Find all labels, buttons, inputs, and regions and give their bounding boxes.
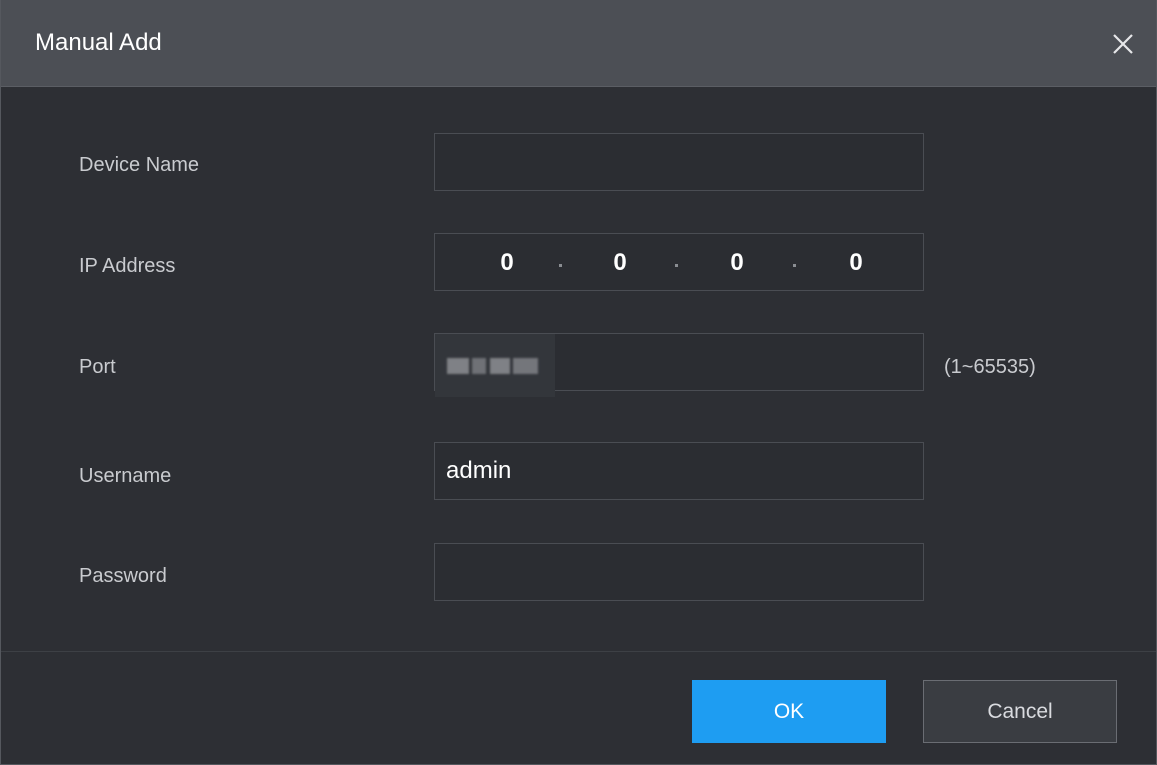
- cancel-button[interactable]: Cancel: [923, 680, 1117, 743]
- ip-octet-3[interactable]: 0: [717, 234, 757, 292]
- ip-octet-2[interactable]: 0: [600, 234, 640, 292]
- port-label: Port: [79, 356, 116, 378]
- password-field: [434, 543, 924, 601]
- username-field: [434, 442, 924, 500]
- ip-address-field: 0 0 0 0: [434, 233, 924, 291]
- dialog-title-bar: Manual Add: [1, 0, 1156, 87]
- ip-octet-1[interactable]: 0: [487, 234, 527, 292]
- username-label: Username: [79, 465, 172, 487]
- ip-address-label: IP Address: [79, 255, 176, 277]
- dialog-title: Manual Add: [35, 29, 162, 56]
- port-field: [434, 333, 925, 397]
- ok-button[interactable]: OK: [692, 680, 886, 743]
- manual-add-dialog: Manual Add Device Name IP Address 0 0 0 …: [0, 0, 1157, 765]
- port-range-hint: (1~65535): [944, 356, 1036, 378]
- device-name-field: [434, 133, 924, 191]
- username-input[interactable]: [435, 443, 923, 499]
- port-value-redacted: [435, 334, 555, 397]
- footer-divider: [1, 651, 1156, 652]
- ip-dot: [793, 264, 796, 267]
- ip-dot: [675, 264, 678, 267]
- ip-dot: [559, 264, 562, 267]
- device-name-label: Device Name: [79, 154, 200, 176]
- password-input[interactable]: [435, 544, 923, 600]
- close-icon[interactable]: [1110, 31, 1136, 57]
- device-name-input[interactable]: [435, 134, 923, 190]
- port-input[interactable]: [555, 334, 925, 390]
- ip-octet-4[interactable]: 0: [836, 234, 876, 292]
- password-label: Password: [79, 565, 167, 587]
